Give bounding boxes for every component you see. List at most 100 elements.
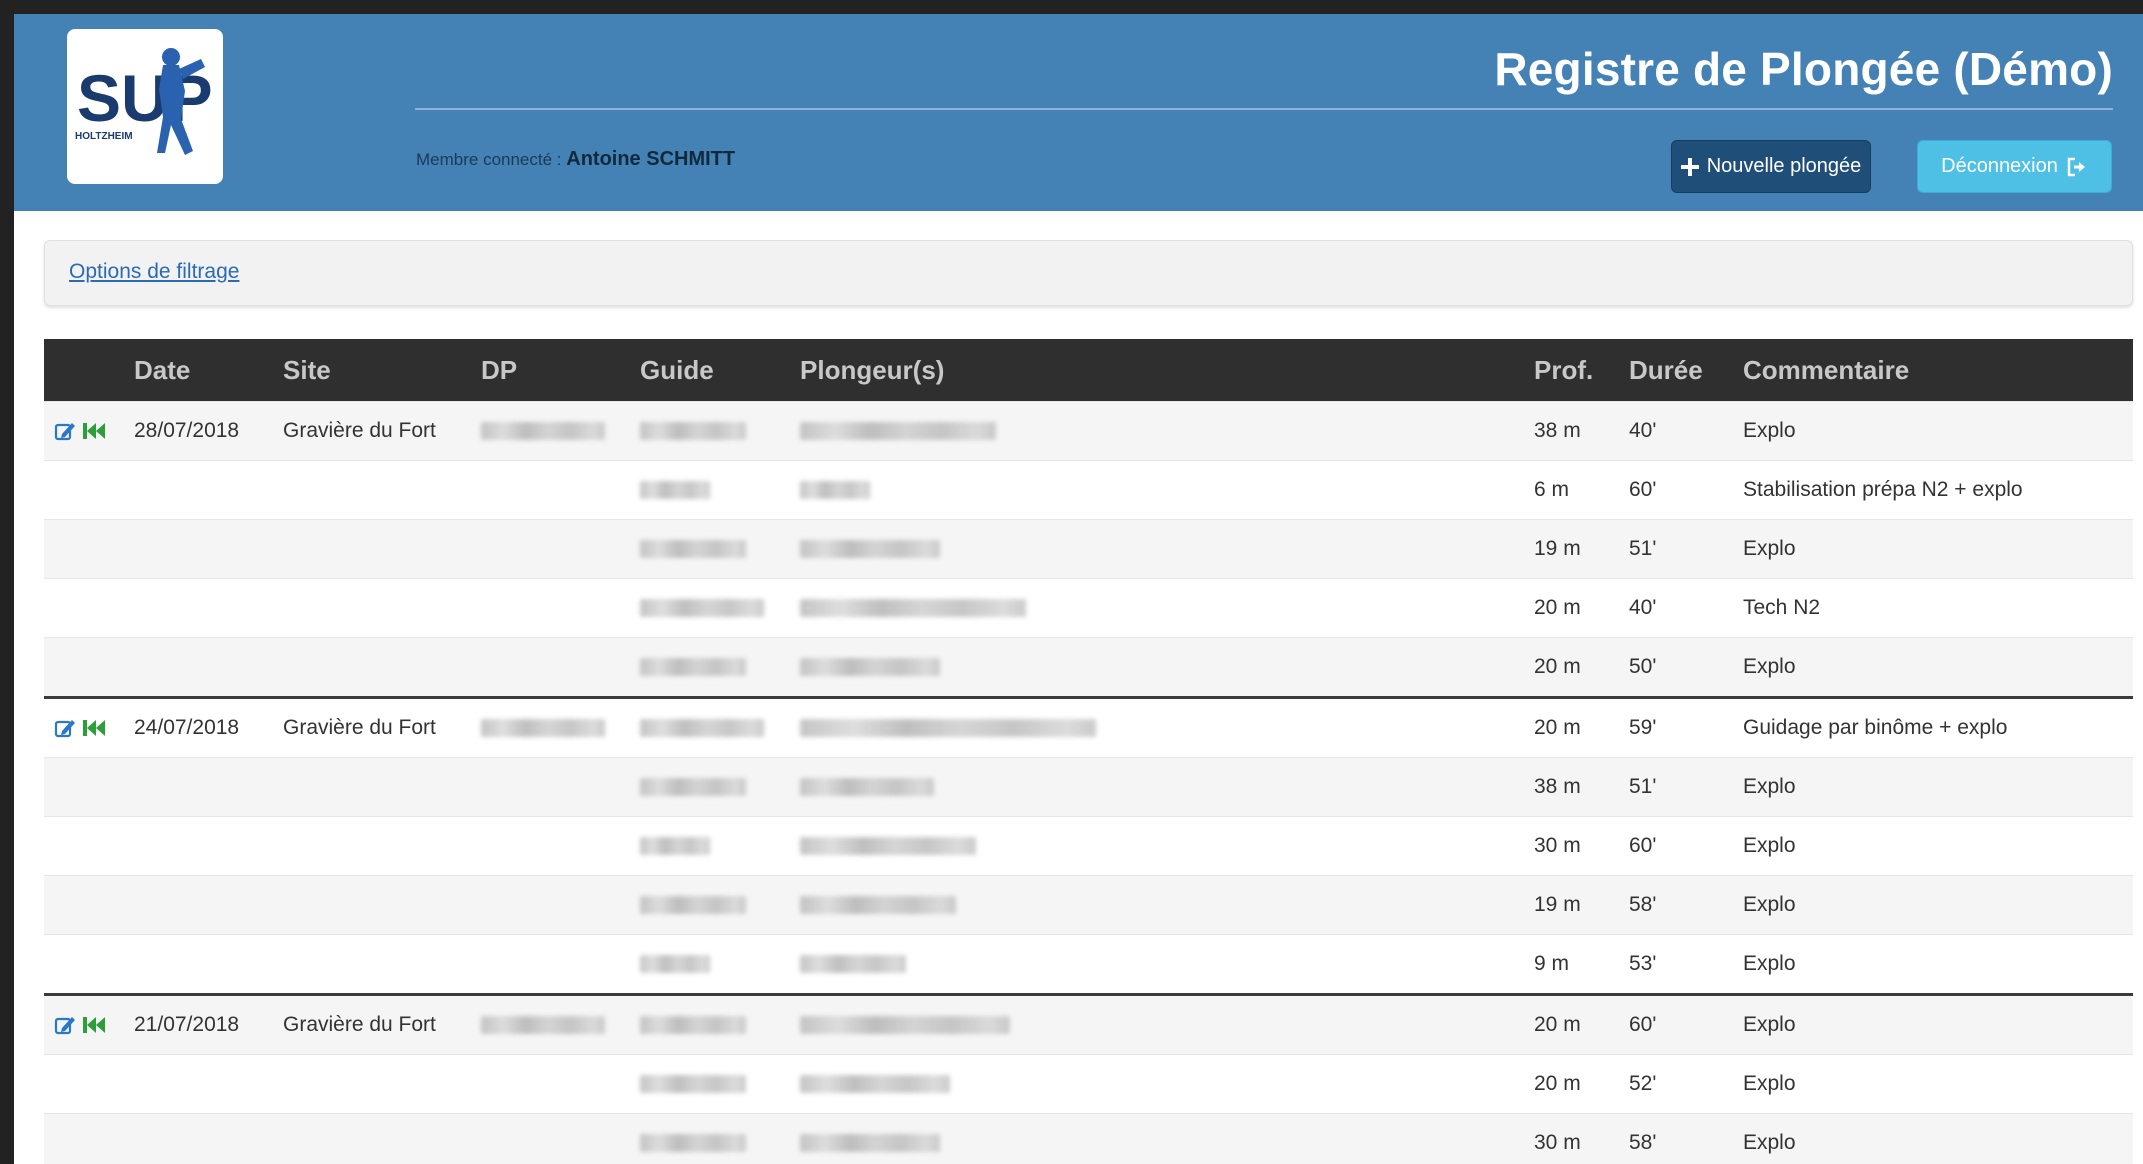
column-header-date[interactable]: Date (134, 339, 283, 402)
club-logo[interactable]: SUP HOLTZHEIM (67, 29, 223, 184)
column-header-comment[interactable]: Commentaire (1743, 339, 2133, 402)
cell-depth: 20 m (1534, 1054, 1629, 1114)
redacted-name (640, 896, 746, 915)
cell-dp (481, 460, 640, 520)
column-header-divers[interactable]: Plongeur(s) (800, 339, 1534, 402)
cell-comment: Explo (1743, 401, 2133, 461)
table-row[interactable]: 20 m 50' Explo (44, 637, 2133, 698)
cell-date: 24/07/2018 (134, 696, 283, 758)
column-header-guide[interactable]: Guide (640, 339, 800, 402)
row-actions (44, 875, 134, 935)
redacted-name (800, 422, 996, 441)
rewind-icon[interactable] (82, 1015, 106, 1035)
member-label: Membre connecté : (416, 150, 562, 169)
new-dive-button[interactable]: Nouvelle plongée (1671, 140, 1871, 193)
cell-duration: 40' (1629, 401, 1743, 461)
cell-divers (800, 696, 1534, 758)
column-header-depth[interactable]: Prof. (1534, 339, 1629, 402)
cell-comment: Explo (1743, 757, 2133, 817)
redacted-name (640, 599, 764, 618)
rewind-icon[interactable] (82, 421, 106, 441)
column-header-duration[interactable]: Durée (1629, 339, 1743, 402)
redacted-name (800, 658, 940, 677)
cell-depth: 38 m (1534, 401, 1629, 461)
cell-guide (640, 401, 800, 461)
cell-duration: 50' (1629, 637, 1743, 698)
cell-duration: 52' (1629, 1054, 1743, 1114)
cell-guide (640, 875, 800, 935)
column-header-actions (44, 339, 134, 402)
cell-date (134, 460, 283, 520)
cell-depth: 38 m (1534, 757, 1629, 817)
club-logo-image: SUP HOLTZHEIM (75, 48, 213, 155)
redacted-name (640, 658, 746, 677)
edit-icon[interactable] (54, 717, 76, 739)
cell-dp (481, 401, 640, 461)
table-header-row: Date Site DP Guide Plongeur(s) Prof. Dur… (44, 339, 2133, 402)
redacted-name (640, 955, 710, 974)
cell-dp (481, 816, 640, 876)
table-row[interactable]: 6 m 60' Stabilisation prépa N2 + explo (44, 460, 2133, 520)
cell-date (134, 519, 283, 579)
cell-duration: 60' (1629, 460, 1743, 520)
cell-comment: Explo (1743, 1113, 2133, 1164)
cell-comment: Explo (1743, 993, 2133, 1055)
page-title: Registre de Plongée (Démo) (1494, 43, 2113, 95)
column-header-site[interactable]: Site (283, 339, 481, 402)
logout-icon (2067, 157, 2085, 176)
table-row[interactable]: 20 m 40' Tech N2 (44, 578, 2133, 638)
row-actions (44, 816, 134, 876)
table-row[interactable]: 38 m 51' Explo (44, 757, 2133, 817)
table-row[interactable]: 30 m 58' Explo (44, 1113, 2133, 1164)
cell-depth: 19 m (1534, 875, 1629, 935)
cell-comment: Explo (1743, 519, 2133, 579)
cell-duration: 53' (1629, 934, 1743, 995)
member-name: Antoine SCHMITT (566, 148, 736, 170)
cell-site (283, 519, 481, 579)
cell-site (283, 1113, 481, 1164)
cell-guide (640, 696, 800, 758)
table-row[interactable]: 19 m 58' Explo (44, 875, 2133, 935)
cell-depth: 6 m (1534, 460, 1629, 520)
redacted-name (800, 837, 976, 856)
cell-site (283, 1054, 481, 1114)
table-row[interactable]: 19 m 51' Explo (44, 519, 2133, 579)
table-row[interactable]: 9 m 53' Explo (44, 934, 2133, 995)
redacted-name (800, 896, 956, 915)
table-row[interactable]: 30 m 60' Explo (44, 816, 2133, 876)
logout-button[interactable]: Déconnexion (1917, 140, 2112, 193)
filter-options-link[interactable]: Options de filtrage (69, 260, 239, 284)
redacted-name (481, 1016, 605, 1035)
redacted-name (800, 719, 1096, 738)
cell-dp (481, 519, 640, 579)
rewind-icon[interactable] (82, 718, 106, 738)
cell-date (134, 578, 283, 638)
cell-divers (800, 934, 1534, 995)
cell-dp (481, 934, 640, 995)
cell-guide (640, 578, 800, 638)
cell-divers (800, 875, 1534, 935)
table-row[interactable]: 21/07/2018 Gravière du Fort 20 m 60' Explo (44, 993, 2133, 1055)
redacted-name (640, 1016, 746, 1035)
redacted-name (640, 540, 746, 559)
table-row[interactable]: 20 m 52' Explo (44, 1054, 2133, 1114)
cell-site: Gravière du Fort (283, 993, 481, 1055)
row-actions (44, 1054, 134, 1114)
cell-date (134, 934, 283, 995)
cell-duration: 58' (1629, 1113, 1743, 1164)
column-header-dp[interactable]: DP (481, 339, 640, 402)
table-row[interactable]: 28/07/2018 Gravière du Fort 38 m 40' Explo (44, 401, 2133, 461)
cell-dp (481, 1113, 640, 1164)
edit-icon[interactable] (54, 420, 76, 442)
edit-icon[interactable] (54, 1014, 76, 1036)
filter-panel: Options de filtrage (44, 240, 2133, 306)
title-divider (415, 108, 2113, 110)
cell-site (283, 637, 481, 698)
table-row[interactable]: 24/07/2018 Gravière du Fort 20 m 59' Guidage… (44, 696, 2133, 758)
cell-depth: 30 m (1534, 816, 1629, 876)
row-actions (44, 460, 134, 520)
cell-guide (640, 637, 800, 698)
cell-date (134, 1113, 283, 1164)
cell-guide (640, 816, 800, 876)
redacted-name (800, 481, 870, 500)
